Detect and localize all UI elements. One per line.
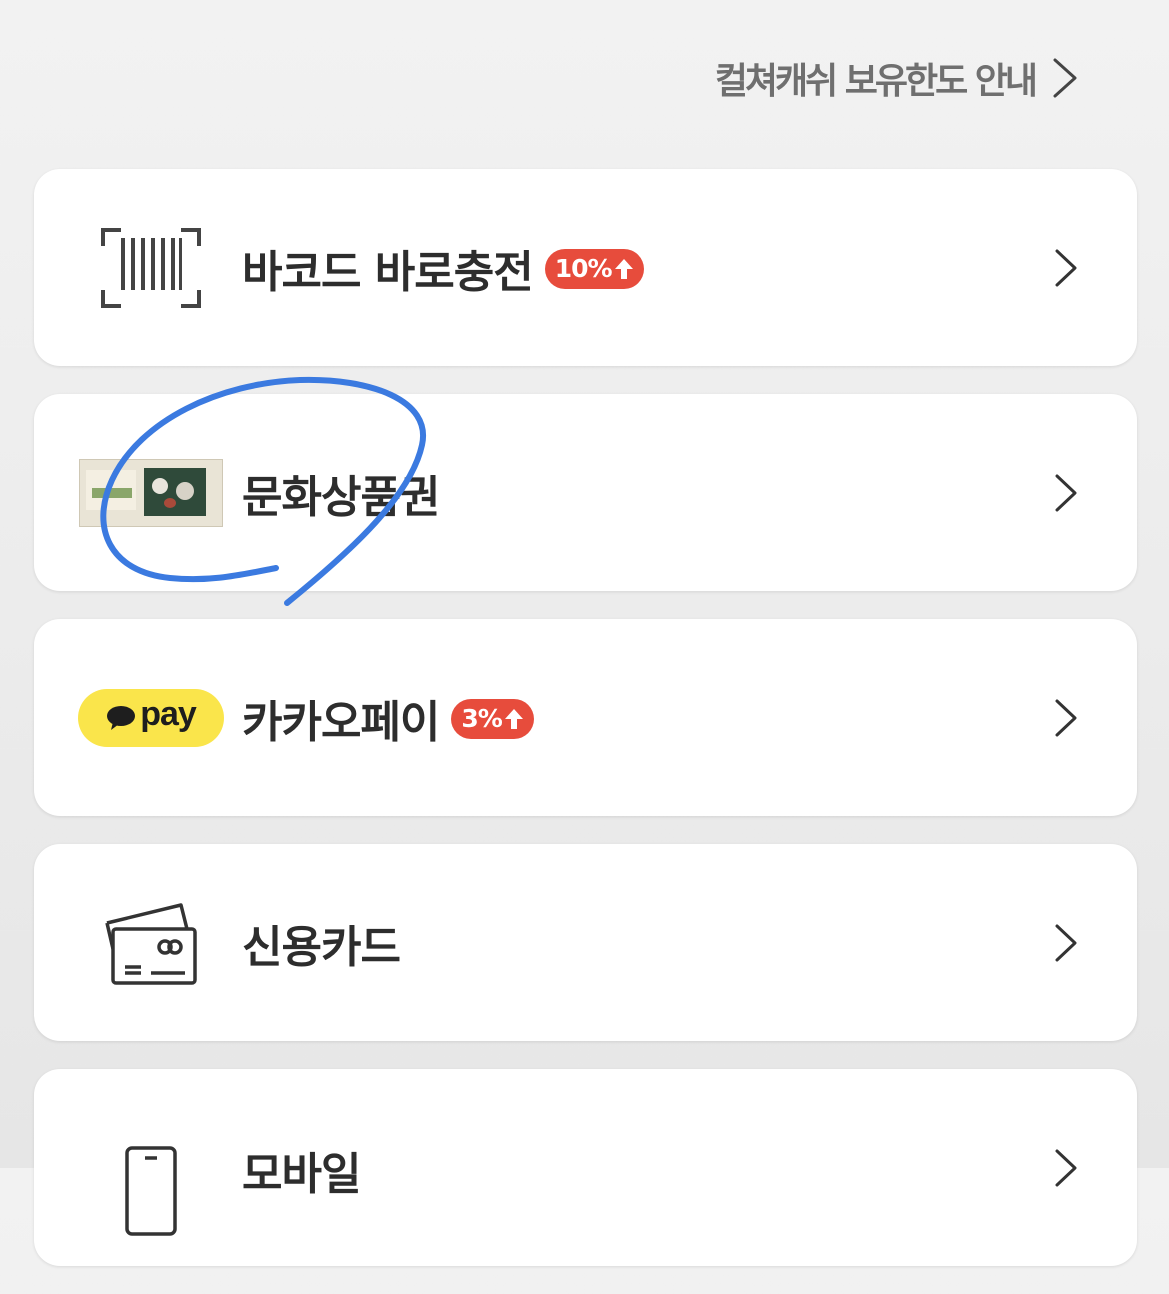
holding-limit-info-link[interactable]: 컬쳐캐쉬 보유한도 안내 [715, 52, 1079, 104]
benefit-badge-text: 10% [554, 254, 613, 283]
arrow-up-icon [504, 708, 523, 729]
chevron-right-icon [1055, 1149, 1077, 1187]
menu-item-kakaopay[interactable]: pay 카카오페이 3% [34, 619, 1137, 816]
menu-item-credit-card[interactable]: 신용카드 [34, 844, 1137, 1041]
arrow-up-icon [614, 258, 633, 279]
gift-certificate-label-wrap: 문화상품권 [242, 394, 440, 591]
mobile-label-wrap: 모바일 [242, 1069, 361, 1268]
gift-certificate-icon-wrap [78, 394, 224, 591]
kakaopay-logo-text: pay [140, 695, 197, 733]
barcode-scan-icon [101, 227, 201, 308]
benefit-badge-text: 3% [461, 704, 502, 733]
chevron-right-icon [1055, 699, 1077, 737]
mobile-phone-icon [125, 1145, 177, 1236]
benefit-badge: 3% [451, 698, 534, 739]
menu-item-label: 신용카드 [242, 921, 401, 973]
chevron-right-icon [1055, 924, 1077, 962]
chevron-right-icon [1055, 249, 1077, 287]
kakaopay-logo: pay [78, 688, 224, 747]
chevron-right-icon [1055, 474, 1077, 512]
holding-limit-info-label: 컬쳐캐쉬 보유한도 안내 [714, 61, 1038, 102]
menu-item-label: 바코드 바로충전 [242, 246, 534, 298]
barcode-icon-wrap [78, 169, 224, 366]
speech-bubble-icon [107, 705, 136, 730]
menu-item-label: 카카오페이 [242, 696, 440, 748]
menu-item-label: 모바일 [242, 1148, 361, 1200]
barcode-label-wrap: 바코드 바로충전 10% [242, 169, 644, 366]
menu-item-barcode-charge[interactable]: 바코드 바로충전 10% [34, 169, 1137, 366]
menu-item-label: 문화상품권 [242, 471, 440, 523]
chevron-right-icon [1053, 58, 1077, 98]
credit-card-label-wrap: 신용카드 [242, 844, 401, 1041]
menu-item-culture-gift-certificate[interactable]: 문화상품권 [34, 394, 1137, 591]
kakaopay-label-wrap: 카카오페이 3% [242, 619, 534, 816]
gift-certificate-image [79, 458, 223, 527]
credit-card-icon-wrap [78, 844, 224, 1041]
credit-card-icon [105, 902, 197, 985]
charge-method-list: 바코드 바로충전 10% 문화상품권 pay 카카오페이 3% 신용카드 모바일 [34, 169, 1137, 1294]
kakaopay-icon-wrap: pay [78, 619, 224, 816]
benefit-badge: 10% [544, 248, 644, 289]
